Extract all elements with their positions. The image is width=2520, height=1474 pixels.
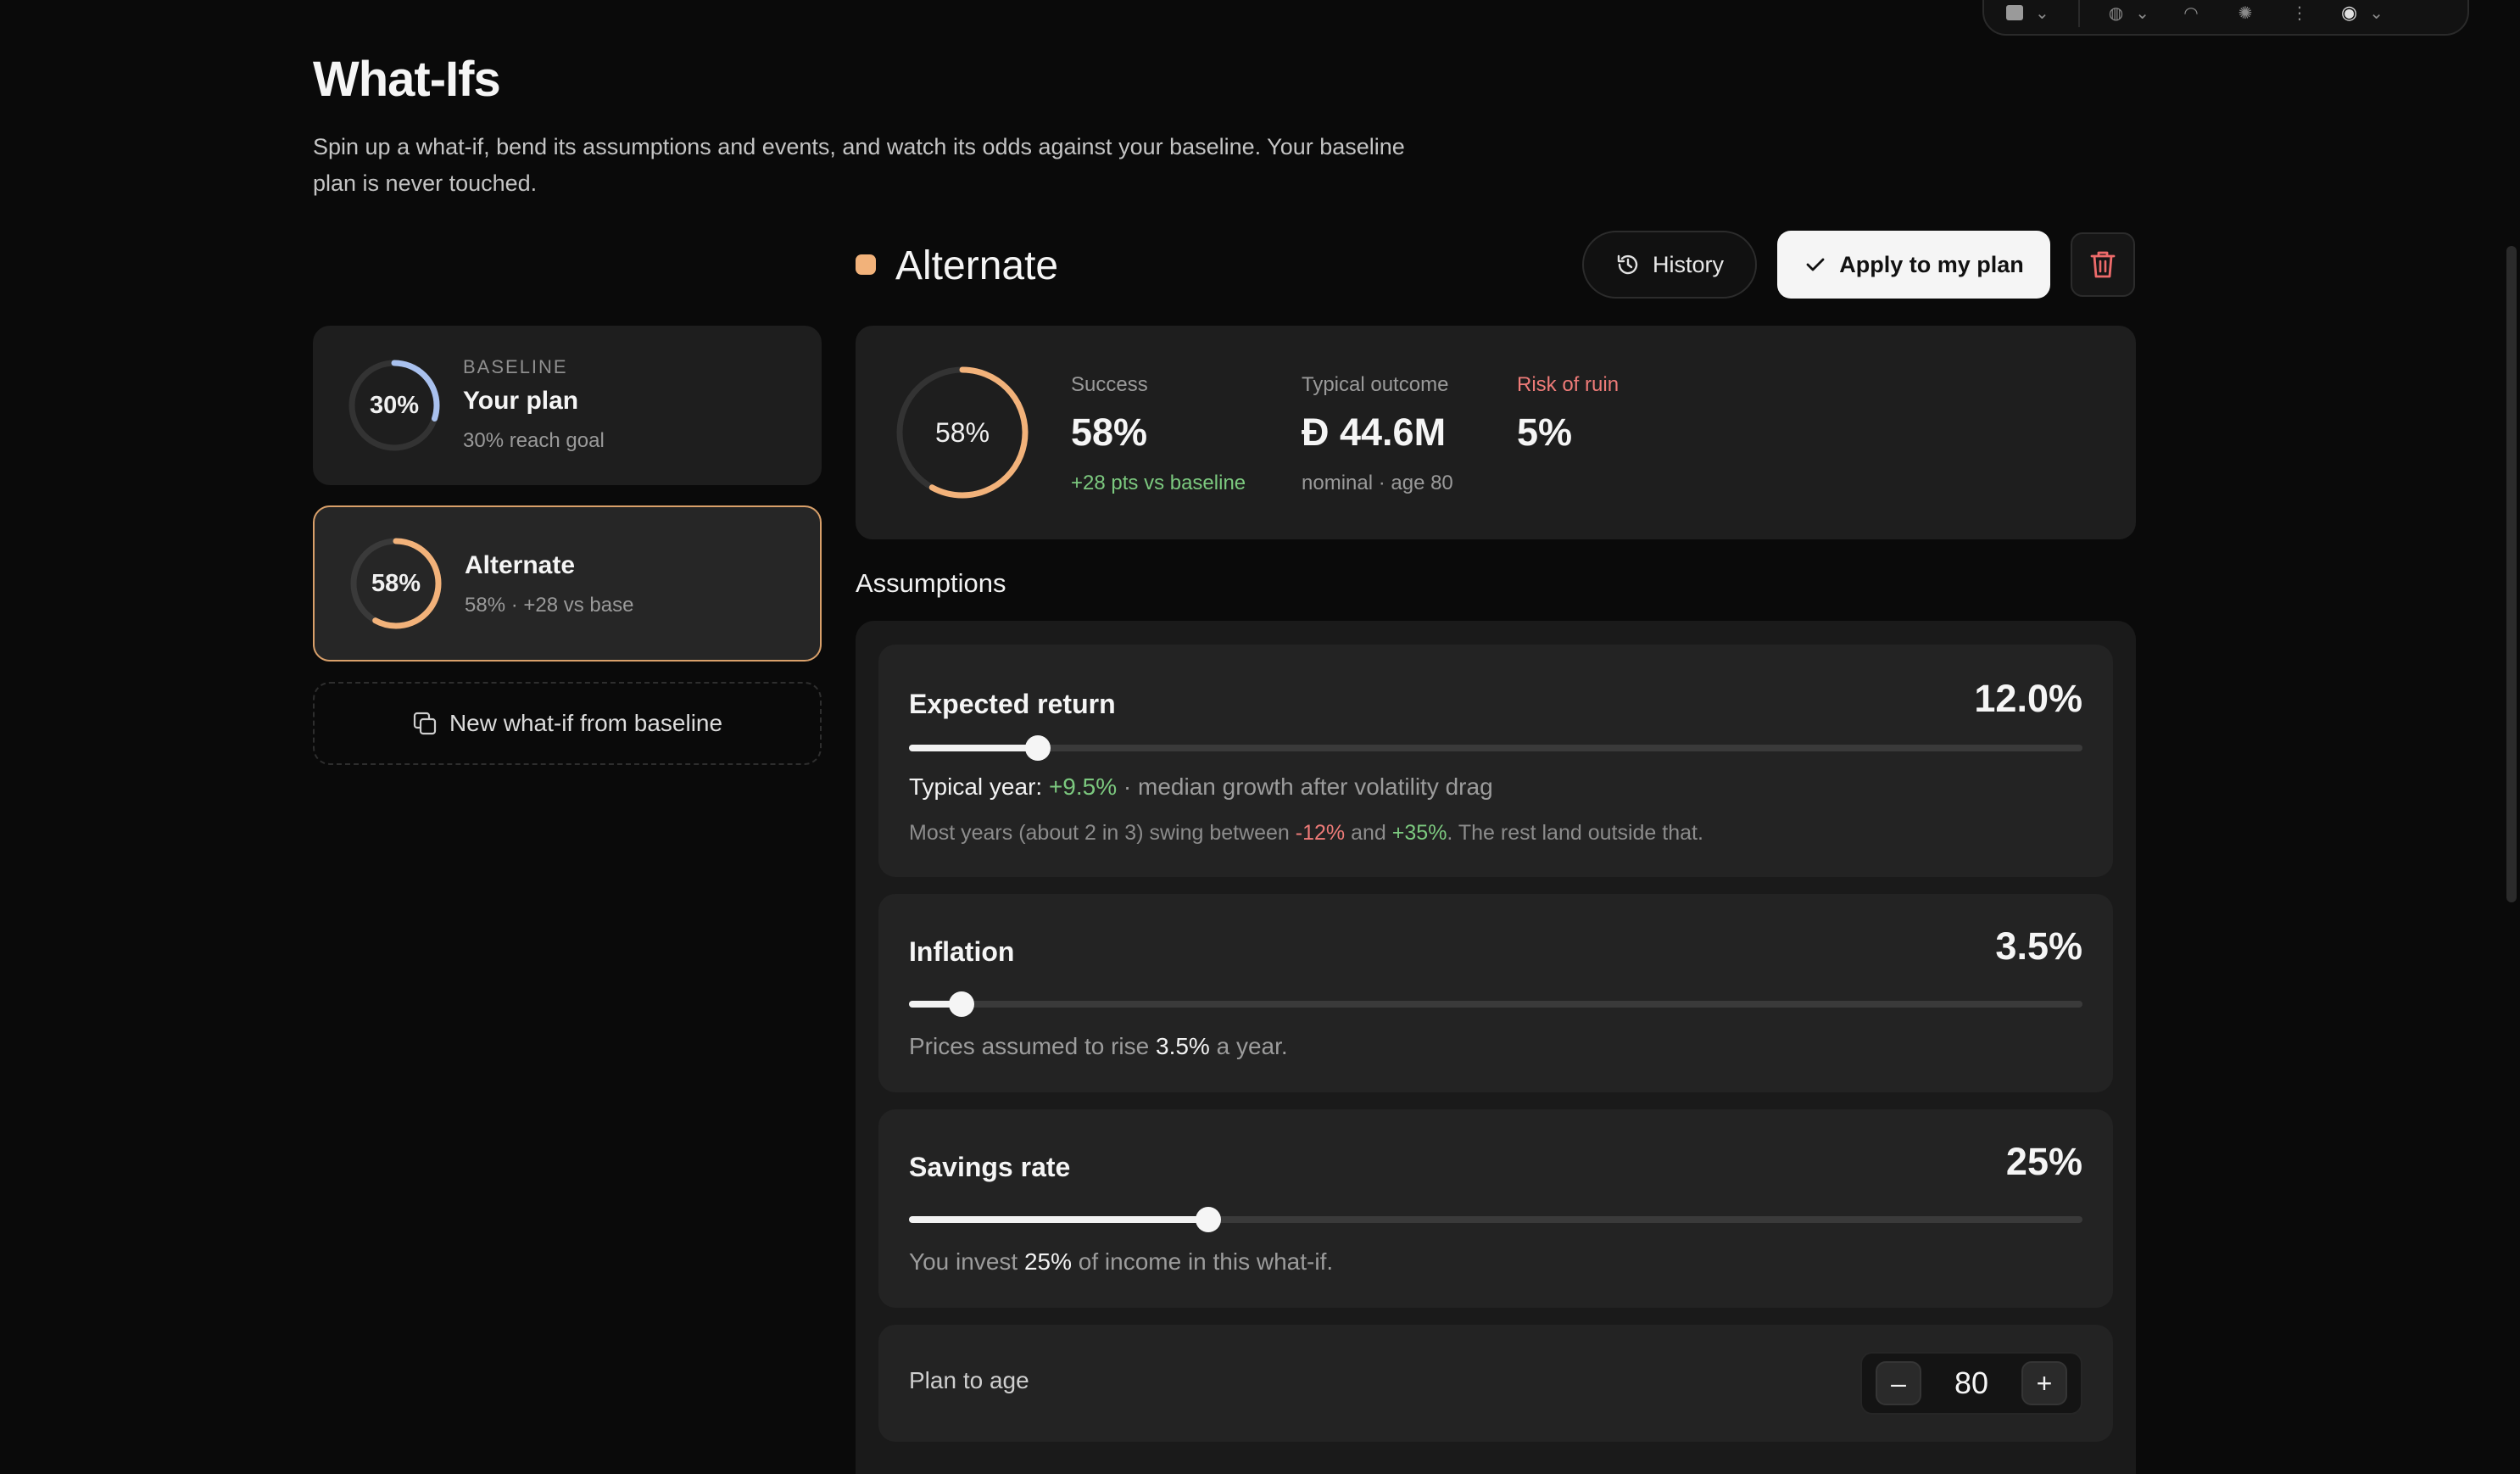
- trash-icon: [2090, 251, 2116, 278]
- chevron-down-icon: ⌄: [2035, 3, 2049, 23]
- inflation-description: Prices assumed to rise 3.5% a year.: [909, 1033, 1288, 1060]
- decrement-button[interactable]: –: [1876, 1361, 1921, 1405]
- plan-to-age-card: Plan to age – 80 +: [878, 1325, 2113, 1442]
- success-delta: +28 pts vs baseline: [1071, 472, 1246, 494]
- baseline-name: Your plan: [463, 387, 579, 415]
- page-title: What-Ifs: [313, 52, 501, 107]
- success-label: Success: [1071, 373, 1148, 396]
- chevron-down-icon: ⌄: [2135, 3, 2149, 23]
- savings-rate-slider-thumb[interactable]: [1195, 1207, 1221, 1232]
- scenario-color-dot: [856, 254, 876, 275]
- inflation-slider[interactable]: [909, 991, 2082, 1017]
- range-low: -12%: [1295, 821, 1346, 845]
- success-value: 58%: [1071, 410, 1148, 454]
- baseline-eyebrow: BASELINE: [463, 356, 568, 377]
- baseline-success-ring: 30%: [345, 356, 443, 455]
- sun-icon[interactable]: ✺: [2233, 0, 2258, 25]
- delete-scenario-button[interactable]: [2071, 232, 2135, 297]
- risk-of-ruin-value: 5%: [1517, 410, 1573, 454]
- language-menu[interactable]: ◍ ⌄: [2109, 3, 2149, 24]
- alternate-success-ring: 58%: [347, 534, 445, 633]
- expected-return-value: 12.0%: [1974, 677, 2082, 720]
- savings-rate-slider[interactable]: [909, 1207, 2082, 1232]
- copy-icon: [413, 712, 437, 735]
- selected-scenario-title: Alternate: [895, 243, 1059, 288]
- history-button[interactable]: History: [1582, 231, 1757, 299]
- savings-rate-title: Savings rate: [909, 1152, 1071, 1182]
- plan-to-age-label: Plan to age: [909, 1367, 1029, 1393]
- range-and: and: [1345, 821, 1392, 845]
- alternate-name: Alternate: [465, 551, 576, 579]
- savings-rate-card: Savings rate 25% You invest 25% of incom…: [878, 1109, 2113, 1308]
- new-what-if-label: New what-if from baseline: [449, 710, 723, 736]
- savings-line-value: 25%: [1023, 1248, 1072, 1275]
- expected-return-slider-fill: [909, 745, 1039, 751]
- savings-rate-slider-fill: [909, 1216, 1208, 1223]
- typical-outcome-sub: nominal · age 80: [1302, 472, 1453, 494]
- inflation-card: Inflation 3.5% Prices assumed to rise 3.…: [878, 894, 2113, 1092]
- baseline-percent: 30%: [369, 391, 420, 419]
- range-prefix: Most years (about 2 in 3) swing between: [909, 821, 1296, 845]
- bell-icon[interactable]: ◠: [2178, 0, 2204, 25]
- typical-year-prefix: Typical year:: [909, 773, 1049, 800]
- alternate-percent: 58%: [371, 569, 421, 597]
- inflation-line-value: 3.5%: [1156, 1033, 1210, 1059]
- apply-to-plan-button[interactable]: Apply to my plan: [1777, 231, 2050, 299]
- top-toolbar: ⌄ ◍ ⌄ ◠ ✺ ⋮ ◉ ⌄: [1982, 0, 2469, 36]
- page-scrollbar[interactable]: [2506, 246, 2517, 902]
- inflation-slider-thumb[interactable]: [949, 991, 975, 1017]
- layout-menu[interactable]: ⌄: [2006, 3, 2049, 24]
- layout-icon: [2006, 5, 2023, 20]
- check-icon: [1806, 258, 1825, 271]
- typical-year-suffix: · median growth after volatility drag: [1117, 773, 1493, 800]
- increment-button[interactable]: +: [2021, 1361, 2067, 1405]
- range-high: +35%: [1391, 821, 1447, 845]
- scenario-card-baseline[interactable]: 30% BASELINE Your plan 30% reach goal: [313, 326, 822, 485]
- baseline-subtext: 30% reach goal: [463, 429, 605, 452]
- new-what-if-button[interactable]: New what-if from baseline: [313, 682, 822, 765]
- apply-label: Apply to my plan: [1839, 251, 2024, 277]
- page-description: Spin up a what-if, bend its assumptions …: [313, 134, 1405, 196]
- history-label: History: [1652, 251, 1724, 277]
- alternate-subtext: 58% · +28 vs base: [465, 594, 634, 617]
- inflation-line-prefix: Prices assumed to rise: [909, 1033, 1156, 1059]
- expected-return-card: Expected return 12.0% Typical year: +9.5…: [878, 645, 2113, 877]
- typical-outcome-value: Ɖ 44.6M: [1302, 410, 1447, 454]
- user-avatar-icon: ◉: [2340, 2, 2358, 23]
- range-suffix: . The rest land outside that.: [1447, 821, 1703, 845]
- plan-age-value[interactable]: 80: [1954, 1365, 1988, 1401]
- savings-line-prefix: You invest: [909, 1248, 1024, 1275]
- inflation-title: Inflation: [909, 936, 1015, 967]
- account-menu[interactable]: ◉ ⌄: [2341, 2, 2383, 24]
- inflation-value: 3.5%: [1995, 924, 2082, 968]
- assumptions-heading: Assumptions: [856, 568, 1006, 598]
- more-vertical-icon[interactable]: ⋮: [2287, 0, 2312, 25]
- savings-rate-value: 25%: [2005, 1140, 2082, 1183]
- inflation-line-suffix: a year.: [1209, 1033, 1288, 1059]
- expected-return-title: Expected return: [909, 689, 1116, 719]
- savings-rate-description: You invest 25% of income in this what-if…: [909, 1248, 1333, 1276]
- return-range-line: Most years (about 2 in 3) swing between …: [909, 821, 1703, 846]
- chevron-down-icon: ⌄: [2369, 3, 2383, 23]
- typical-year-value: +9.5%: [1048, 773, 1118, 800]
- history-icon: [1617, 254, 1638, 275]
- plan-age-stepper: – 80 +: [1860, 1352, 2082, 1415]
- toolbar-divider: [2077, 0, 2080, 27]
- success-ring: 58%: [893, 363, 1032, 502]
- scenario-stats-card: 58% Success 58% +28 pts vs baseline Typi…: [856, 326, 2136, 539]
- typical-year-line: Typical year: +9.5% · median growth afte…: [909, 773, 1493, 801]
- expected-return-slider[interactable]: [909, 735, 2082, 761]
- risk-of-ruin-label: Risk of ruin: [1517, 373, 1620, 396]
- expected-return-slider-thumb[interactable]: [1025, 735, 1051, 761]
- savings-line-suffix: of income in this what-if.: [1072, 1248, 1334, 1275]
- success-ring-percent: 58%: [934, 416, 990, 448]
- typical-outcome-label: Typical outcome: [1302, 373, 1449, 396]
- globe-icon: ◍: [2108, 3, 2124, 23]
- scenario-card-alternate[interactable]: 58% Alternate 58% · +28 vs base: [313, 505, 822, 662]
